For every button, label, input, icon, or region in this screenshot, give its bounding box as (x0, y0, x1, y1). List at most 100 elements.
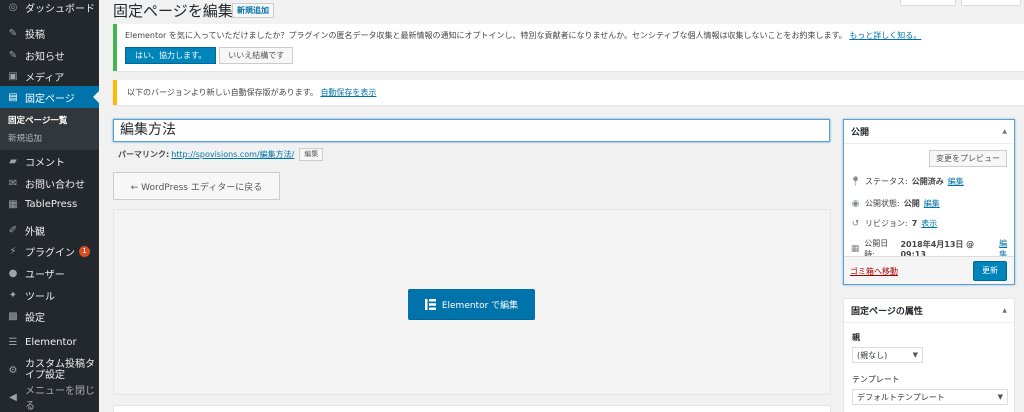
menu-custom-post-types[interactable]: ⚙ カスタム投稿タイプ設定 (0, 356, 99, 384)
decline-button[interactable]: いいえ結構です (219, 47, 294, 64)
visibility-row: ◉ 公開状態: 公開 編集 (850, 198, 940, 209)
elementor-icon: ☰ (8, 336, 18, 348)
pin-icon: ✎ (8, 49, 18, 61)
custom-post-icon: ⚙ (8, 364, 18, 376)
parent-select-value: (親なし) (857, 350, 888, 360)
collapse-arrow-icon[interactable]: ▲ (1002, 307, 1007, 314)
menu-collapse[interactable]: ◀ メニューを閉じる (0, 386, 99, 412)
revisions-row: ↺ リビジョン: 7 表示 (850, 218, 938, 229)
menu-label: メディア (25, 72, 65, 84)
screen-options-tab[interactable] (900, 0, 956, 6)
publish-title: 公開 (851, 128, 870, 138)
revisions-view-link[interactable]: 表示 (921, 218, 937, 229)
menu-label: お知らせ (25, 51, 65, 63)
status-row: 📍︎ ステータス: 公開済み 編集 (850, 176, 964, 187)
collapse-arrow-icon[interactable]: ▲ (1002, 128, 1007, 135)
page-attributes-metabox: 固定ページの属性 ▲ 親 (親なし) ▼ テンプレート デフォルトテンプレート … (843, 298, 1015, 412)
page-title: 固定ページを編集 (113, 2, 233, 20)
learn-more-link[interactable]: もっと詳しく知る。 (849, 31, 921, 40)
menu-label: 投稿 (25, 29, 45, 41)
permalink-url[interactable]: http://spovisions.com/編集方法/ (171, 149, 294, 160)
appearance-icon: ✐ (8, 224, 18, 236)
menu-tools[interactable]: ✦ ツール (0, 284, 99, 306)
attributes-header[interactable]: 固定ページの属性 ▲ (844, 299, 1014, 323)
permalink-tail: / (291, 150, 295, 159)
parent-select[interactable]: (親なし) ▼ (852, 347, 923, 363)
tools-icon: ✦ (8, 289, 18, 301)
notice-text: Elementor を気に入っていただけましたか？プラグインの匿名データ収集と最… (125, 31, 847, 40)
template-label: テンプレート (852, 375, 900, 384)
pages-submenu: 固定ページ一覧 新規追加 (0, 108, 99, 150)
menu-settings[interactable]: ▩ 設定 (0, 305, 99, 327)
permalink-base: http://spovisions.com/ (171, 150, 260, 159)
menu-elementor[interactable]: ☰ Elementor (0, 331, 99, 353)
elementor-button-label: Elementor で編集 (441, 300, 519, 311)
calendar-icon: ▦ (850, 244, 860, 254)
template-select-value: デフォルトテンプレート (857, 392, 945, 402)
menu-comments[interactable]: ▰ コメント (0, 150, 99, 172)
visibility-value: 公開 (903, 199, 920, 208)
visibility-label: 公開状態: (865, 199, 900, 208)
accept-button[interactable]: はい、協力します。 (125, 47, 217, 64)
publish-metabox: 公開 ▲ 変更をプレビュー 📍︎ ステータス: 公開済み 編集 ◉ 公開状態: … (843, 119, 1015, 285)
visibility-edit-link[interactable]: 編集 (924, 198, 940, 209)
template-select[interactable]: デフォルトテンプレート ▼ (852, 389, 1008, 405)
permalink-slug: 編集方法 (259, 150, 292, 159)
add-new-button[interactable]: 新規追加 (232, 3, 274, 18)
publish-actions: ゴミ箱へ移動 更新 (844, 256, 1014, 284)
menu-posts[interactable]: ✎ 投稿 (0, 22, 99, 44)
dashboard-icon: ◎ (8, 1, 18, 13)
elementor-optin-notice: Elementor を気に入っていただけましたか？プラグインの匿名データ収集と最… (113, 24, 1024, 71)
menu-label: ツール (25, 291, 55, 303)
plugin-icon: ⚡ (9, 245, 17, 257)
view-autosave-link[interactable]: 自動保存を表示 (320, 88, 376, 97)
menu-label: ダッシュボード (25, 3, 95, 15)
back-to-wordpress-editor-button[interactable]: ← WordPress エディターに戻る (113, 172, 280, 200)
eye-icon: ◉ (851, 198, 860, 209)
move-to-trash-link[interactable]: ゴミ箱へ移動 (850, 266, 898, 277)
next-metabox (113, 405, 831, 412)
menu-tablepress[interactable]: ▦ TablePress (0, 193, 99, 215)
menu-pages[interactable]: ▤ 固定ページ (0, 86, 99, 108)
menu-appearance[interactable]: ✐ 外観 (0, 219, 99, 241)
status-edit-link[interactable]: 編集 (948, 176, 964, 187)
submenu-all-pages[interactable]: 固定ページ一覧 (8, 114, 67, 126)
revisions-value: 7 (911, 219, 918, 228)
settings-icon: ▩ (8, 310, 18, 322)
menu-dashboard[interactable]: ◎ ダッシュボード (0, 0, 99, 18)
menu-label: 外観 (25, 226, 45, 238)
menu-plugins[interactable]: ⚡ プラグイン 1 (0, 240, 99, 262)
menu-label: 固定ページ (25, 93, 75, 105)
parent-label: 親 (852, 333, 860, 342)
elementor-logo-icon (424, 298, 436, 310)
autosave-text: 以下のバージョンより新しい自動保存版があります。 (127, 88, 318, 97)
menu-label: プラグイン (25, 247, 75, 259)
update-button[interactable]: 更新 (973, 261, 1007, 281)
preview-changes-button[interactable]: 変更をプレビュー (929, 150, 1007, 167)
menu-news[interactable]: ✎ お知らせ (0, 44, 99, 66)
status-value: 公開済み (911, 177, 944, 186)
permalink-label: パーマリンク: (118, 150, 170, 159)
menu-label: TablePress (25, 198, 78, 210)
menu-label: 設定 (25, 312, 45, 324)
page-icon: ▤ (8, 91, 18, 103)
menu-contact[interactable]: ✉ お問い合わせ (0, 172, 99, 194)
chevron-down-icon: ▼ (997, 393, 1003, 401)
autosave-notice: 以下のバージョンより新しい自動保存版があります。 自動保存を表示 (113, 80, 1024, 105)
edit-with-elementor-button[interactable]: Elementor で編集 (408, 289, 535, 319)
collapse-icon: ◀ (9, 391, 17, 403)
menu-label: Elementor (25, 336, 77, 348)
menu-media[interactable]: ▣ メディア (0, 65, 99, 87)
submenu-add-new[interactable]: 新規追加 (8, 132, 42, 144)
post-title-input[interactable]: 編集方法 (113, 119, 830, 142)
menu-label: コメント (25, 157, 65, 169)
permalink-edit-button[interactable]: 編集 (299, 148, 324, 161)
publish-header[interactable]: 公開 ▲ (844, 120, 1014, 144)
mail-icon: ✉ (8, 177, 18, 189)
media-icon: ▣ (8, 70, 18, 82)
permalink-row: パーマリンク: http://spovisions.com/編集方法/ 編集 (118, 148, 324, 161)
menu-users[interactable]: ● ユーザー (0, 262, 99, 284)
revisions-icon: ↺ (851, 218, 860, 229)
revisions-label: リビジョン: (865, 219, 908, 228)
help-tab[interactable] (961, 0, 1021, 6)
